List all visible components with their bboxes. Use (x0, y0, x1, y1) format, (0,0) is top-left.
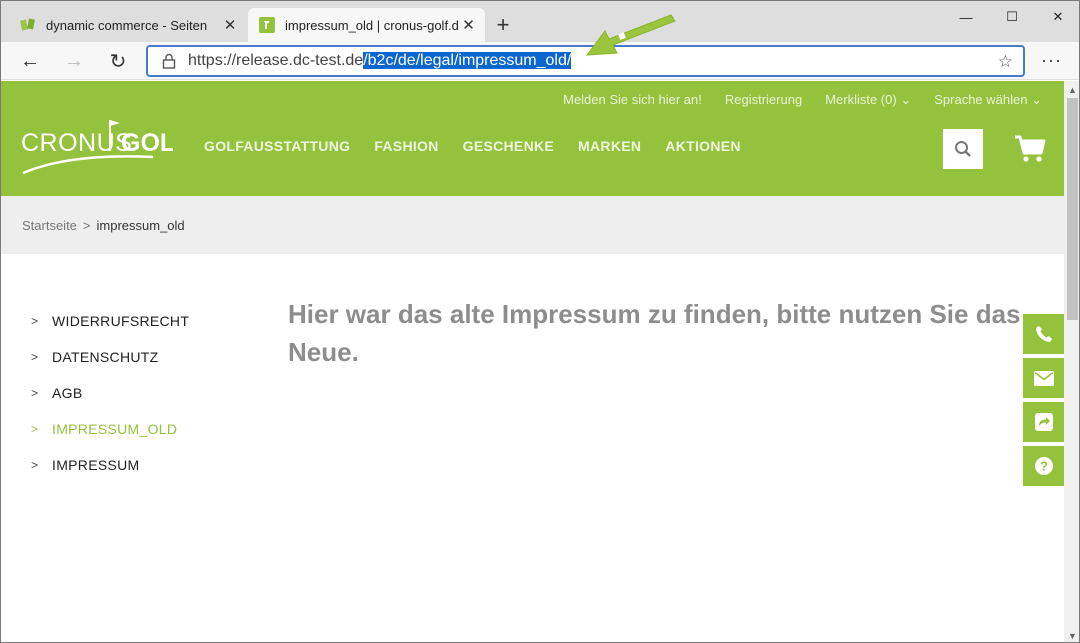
envelope-icon (1033, 370, 1054, 386)
tab-close-icon[interactable]: ✕ (219, 14, 241, 36)
nav-marken[interactable]: MARKEN (578, 138, 641, 154)
language-label: Sprache wählen (934, 92, 1028, 107)
back-button[interactable]: ← (15, 46, 45, 76)
help-icon: ? (1034, 457, 1053, 475)
dc-favicon-icon (20, 17, 36, 33)
page-content-text: Hier war das alte Impressum zu finden, b… (288, 299, 1021, 367)
breadcrumb-current: impressum_old (96, 218, 185, 233)
main-navigation: GOLFAUSSTATTUNG FASHION GESCHENKE MARKEN… (204, 138, 741, 154)
chevron-right-icon: > (31, 350, 39, 364)
sidenav-label: DATENSCHUTZ (52, 349, 159, 365)
chevron-right-icon: > (31, 458, 39, 472)
minimize-button[interactable]: — (943, 1, 989, 33)
sidenav-item-widerrufsrecht[interactable]: > WIDERRUFSRECHT (31, 303, 189, 339)
sidenav-item-impressum-old[interactable]: > IMPRESSUM_OLD (31, 411, 189, 447)
tab-title: impressum_old | cronus-golf.de (285, 17, 458, 33)
cart-button[interactable] (1013, 133, 1047, 165)
chevron-right-icon: > (31, 422, 39, 436)
help-button[interactable]: ? (1023, 446, 1064, 486)
register-link[interactable]: Registrierung (725, 92, 802, 108)
nav-aktionen[interactable]: AKTIONEN (665, 138, 741, 154)
wishlist-link[interactable]: Merkliste (0) ⌄ (825, 92, 911, 108)
search-icon (955, 141, 971, 157)
url-text: https://release.dc-test.de/b2c/de/legal/… (188, 52, 572, 70)
site-header: Melden Sie sich hier an! Registrierung M… (1, 81, 1064, 196)
chevron-right-icon: > (31, 386, 39, 400)
sidenav-item-datenschutz[interactable]: > DATENSCHUTZ (31, 339, 189, 375)
scroll-down-icon[interactable]: ▼ (1064, 627, 1079, 642)
language-selector[interactable]: Sprache wählen ⌄ (934, 92, 1042, 108)
chevron-down-icon: ⌄ (900, 92, 912, 107)
login-link[interactable]: Melden Sie sich hier an! (563, 92, 702, 108)
phone-icon (1035, 326, 1052, 342)
url-plain: https://release.dc-test.de (188, 52, 364, 69)
cronus-favicon-icon (259, 17, 275, 33)
sidenav-label: WIDERRUFSRECHT (52, 313, 190, 329)
legal-sidenav: > WIDERRUFSRECHT > DATENSCHUTZ > AGB > IMPRE… (31, 303, 189, 483)
nav-geschenke[interactable]: GESCHENKE (463, 138, 554, 154)
breadcrumb-home[interactable]: Startseite (22, 218, 77, 233)
annotation-arrow-icon (585, 14, 676, 56)
sidenav-label: IMPRESSUM_OLD (52, 421, 178, 437)
nav-fashion[interactable]: FASHION (374, 138, 438, 154)
breadcrumb-bar: Startseite > impressum_old (1, 196, 1064, 254)
tab-close-icon[interactable]: ✕ (458, 14, 479, 36)
maximize-button[interactable]: ☐ (989, 1, 1035, 33)
scroll-up-icon[interactable]: ▲ (1064, 81, 1079, 98)
tab-title: dynamic commerce - Seiten (46, 17, 208, 33)
lock-icon (162, 53, 176, 69)
chevron-right-icon: > (31, 314, 39, 328)
wishlist-label: Merkliste (0) (825, 92, 897, 107)
breadcrumb-separator: > (82, 218, 91, 233)
cart-icon (1015, 135, 1046, 162)
chevron-down-icon: ⌄ (1031, 92, 1042, 107)
sidenav-label: IMPRESSUM (52, 457, 140, 473)
share-button[interactable] (1023, 402, 1064, 442)
nav-golfausstattung[interactable]: GOLFAUSSTATTUNG (204, 138, 350, 154)
more-menu-button[interactable]: ··· (1041, 50, 1062, 71)
phone-button[interactable] (1023, 314, 1064, 354)
tab-impressum-old[interactable]: impressum_old | cronus-golf.de ✕ (248, 8, 485, 42)
website-viewport: Melden Sie sich hier an! Registrierung M… (1, 81, 1064, 642)
share-icon (1034, 413, 1053, 431)
sidenav-label: AGB (52, 385, 83, 401)
contact-float-bar: ? (1023, 314, 1064, 490)
svg-text:?: ? (1040, 459, 1048, 474)
reload-button[interactable]: ↻ (103, 46, 133, 76)
url-selected: /b2c/de/legal/impressum_old/ (363, 52, 572, 69)
search-button[interactable] (943, 129, 983, 169)
logo-text-left: CRONUS (21, 129, 132, 157)
cronus-golf-logo[interactable]: CRONUS GOLF (21, 117, 190, 181)
sidenav-item-agb[interactable]: > AGB (31, 375, 189, 411)
top-navigation: Melden Sie sich hier an! Registrierung M… (563, 92, 1042, 108)
tab-strip: dynamic commerce - Seiten ✕ impressum_ol… (1, 1, 1079, 42)
forward-button[interactable]: → (59, 46, 89, 76)
vertical-scrollbar[interactable]: ▲ ▼ (1064, 81, 1079, 642)
new-tab-button[interactable]: + (491, 12, 515, 37)
close-window-button[interactable]: ✕ (1035, 1, 1079, 33)
sidenav-item-impressum[interactable]: > IMPRESSUM (31, 447, 189, 483)
browser-window: dynamic commerce - Seiten ✕ impressum_ol… (0, 0, 1080, 643)
tab-dynamic-commerce[interactable]: dynamic commerce - Seiten ✕ (9, 8, 247, 42)
email-button[interactable] (1023, 358, 1064, 398)
logo-text-right: GOLF (121, 129, 173, 157)
scrollbar-thumb[interactable] (1067, 98, 1078, 320)
breadcrumb: Startseite > impressum_old (22, 218, 185, 233)
favorite-star-icon[interactable]: ☆ (998, 52, 1013, 72)
browser-toolbar: ← → ↻ https://release.dc-test.de/b2c/de/… (1, 42, 1079, 80)
